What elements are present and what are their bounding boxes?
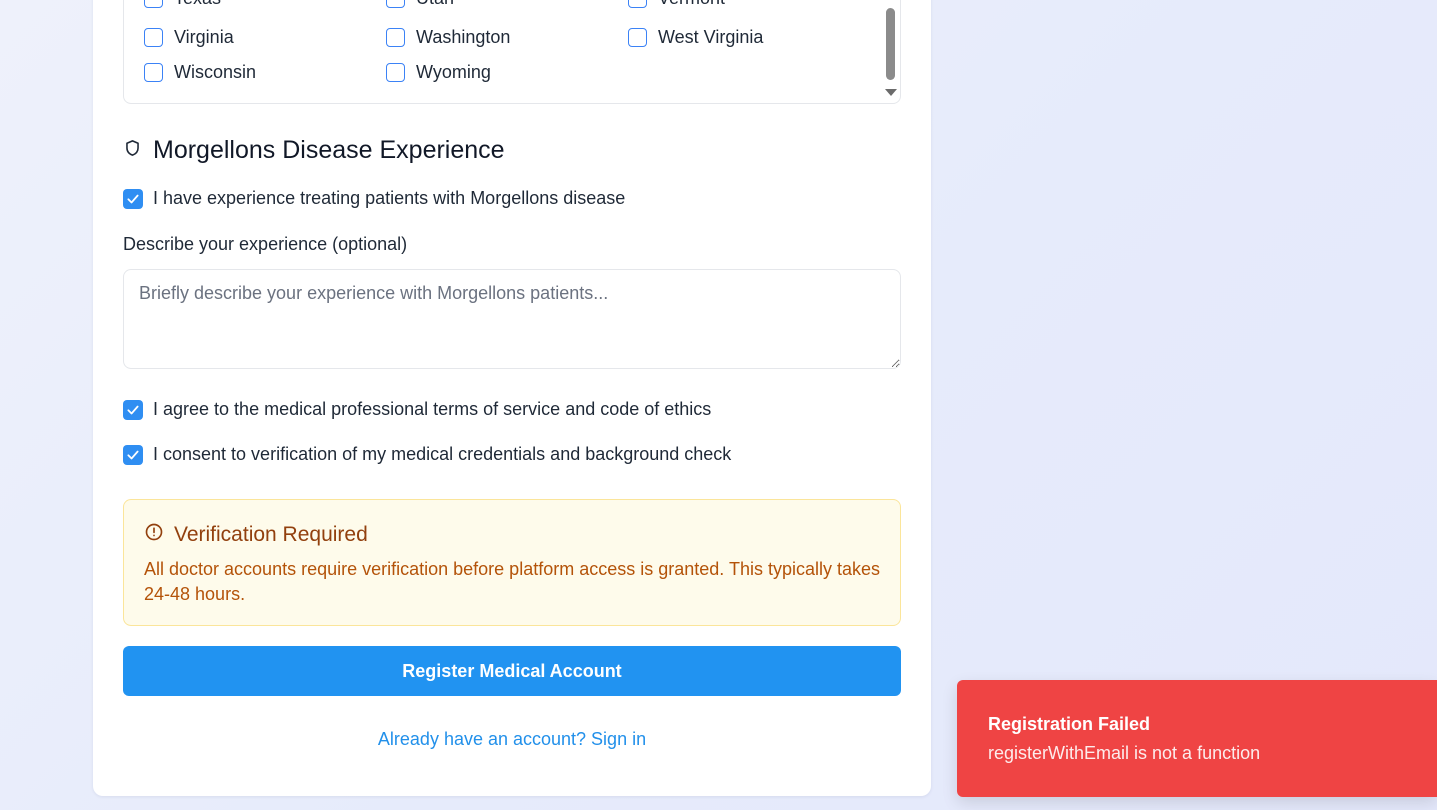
state-label: Utah bbox=[416, 0, 454, 9]
state-option-utah[interactable]: Utah bbox=[386, 0, 454, 9]
toast-message: registerWithEmail is not a function bbox=[988, 743, 1261, 763]
experience-checkbox-label: I have experience treating patients with… bbox=[153, 188, 626, 208]
check-icon bbox=[127, 194, 139, 203]
consent-checkbox[interactable] bbox=[123, 444, 143, 465]
state-label: Virginia bbox=[174, 26, 234, 47]
state-label: Washington bbox=[416, 26, 511, 47]
error-toast: Registration Failed registerWithEmail is… bbox=[957, 680, 1437, 797]
checkbox[interactable] bbox=[144, 62, 163, 82]
terms-checkbox[interactable] bbox=[123, 399, 143, 420]
state-option-wyoming[interactable]: Wyoming bbox=[386, 61, 491, 83]
signin-link[interactable]: Already have an account? Sign in bbox=[123, 729, 901, 750]
notice-text: All doctor accounts require verification… bbox=[144, 559, 881, 604]
consent-checkbox-row[interactable]: I consent to verification of my medical … bbox=[123, 444, 731, 465]
checkbox[interactable] bbox=[144, 0, 163, 8]
verification-notice: Verification Required All doctor account… bbox=[123, 499, 901, 626]
check-icon bbox=[127, 450, 139, 459]
state-option-texas[interactable]: Texas bbox=[144, 0, 221, 9]
terms-checkbox-row[interactable]: I agree to the medical professional term… bbox=[123, 399, 711, 420]
scroll-down-arrow-icon[interactable] bbox=[885, 89, 897, 96]
describe-label: Describe your experience (optional) bbox=[123, 234, 408, 254]
section-title-text: Morgellons Disease Experience bbox=[153, 136, 505, 164]
shield-icon bbox=[123, 136, 153, 165]
state-label: Wisconsin bbox=[174, 61, 257, 82]
checkbox[interactable] bbox=[386, 0, 405, 8]
state-label: Vermont bbox=[658, 0, 725, 9]
checkbox[interactable] bbox=[628, 27, 647, 47]
state-option-wisconsin[interactable]: Wisconsin bbox=[144, 61, 256, 83]
notice-title: Verification Required bbox=[144, 522, 880, 548]
checkbox[interactable] bbox=[386, 62, 405, 82]
experience-checkbox-row[interactable]: I have experience treating patients with… bbox=[123, 188, 625, 209]
state-option-washington[interactable]: Washington bbox=[386, 26, 510, 48]
scrollbar[interactable] bbox=[885, 0, 897, 103]
scrollbar-thumb[interactable] bbox=[886, 8, 895, 80]
state-option-virginia[interactable]: Virginia bbox=[144, 26, 234, 48]
toast-title: Registration Failed bbox=[988, 714, 1151, 734]
experience-checkbox[interactable] bbox=[123, 188, 143, 209]
state-label: Wyoming bbox=[416, 61, 491, 82]
states-list[interactable]: Texas Utah Vermont Virginia Washington W… bbox=[123, 0, 901, 104]
checkbox[interactable] bbox=[628, 0, 647, 8]
state-label: West Virginia bbox=[658, 26, 764, 47]
alert-circle-icon bbox=[144, 522, 174, 548]
state-label: Texas bbox=[174, 0, 221, 9]
register-button[interactable]: Register Medical Account bbox=[123, 646, 901, 696]
checkbox[interactable] bbox=[386, 27, 405, 47]
check-icon bbox=[127, 405, 139, 414]
state-option-west-virginia[interactable]: West Virginia bbox=[628, 26, 763, 48]
terms-checkbox-label: I agree to the medical professional term… bbox=[153, 399, 712, 419]
notice-title-text: Verification Required bbox=[174, 523, 368, 546]
experience-textarea[interactable] bbox=[123, 269, 901, 369]
checkbox[interactable] bbox=[144, 27, 163, 47]
section-title: Morgellons Disease Experience bbox=[123, 136, 505, 165]
consent-checkbox-label: I consent to verification of my medical … bbox=[153, 444, 732, 464]
state-option-vermont[interactable]: Vermont bbox=[628, 0, 725, 9]
